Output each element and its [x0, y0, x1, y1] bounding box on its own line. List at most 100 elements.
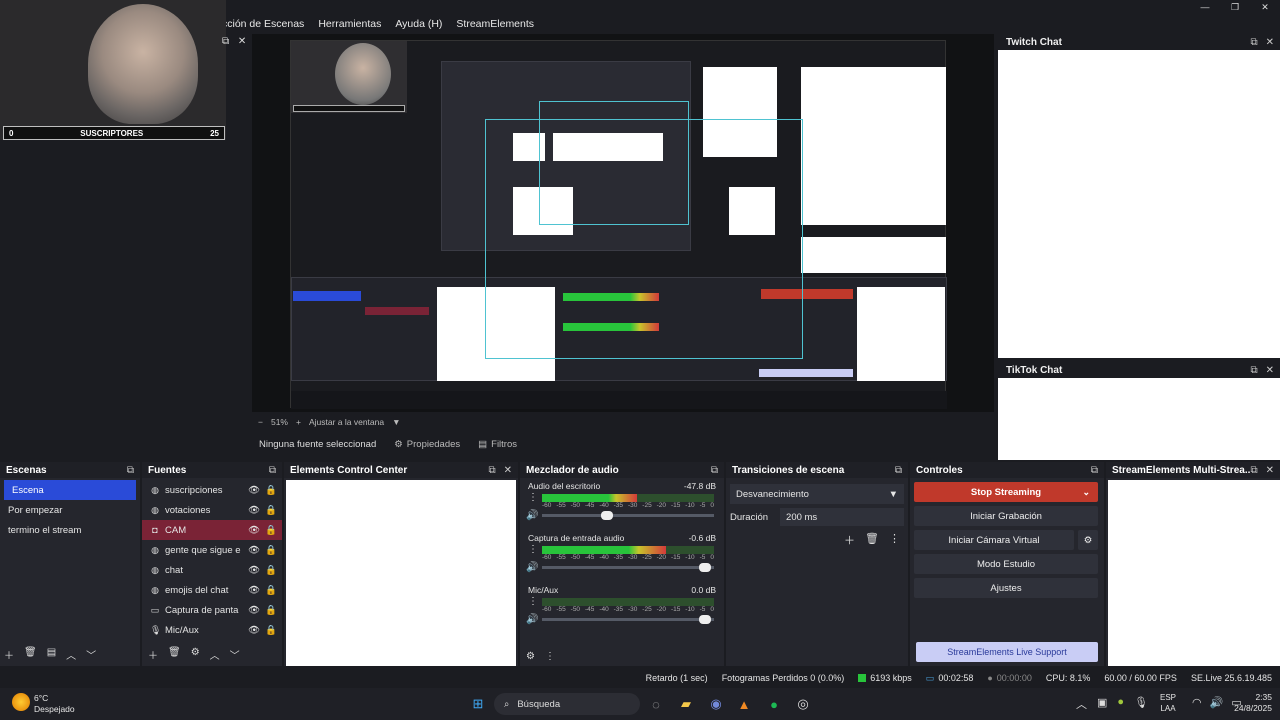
- gear-icon[interactable]: ⚙: [191, 647, 200, 662]
- chevron-down-icon[interactable]: ﹀: [230, 647, 240, 662]
- ecc-content[interactable]: [286, 480, 516, 666]
- volume-slider[interactable]: [542, 615, 714, 624]
- add-icon[interactable]: ＋: [148, 647, 158, 662]
- minimize-button[interactable]: —: [1190, 0, 1220, 14]
- wifi-icon[interactable]: ◠: [1192, 696, 1202, 709]
- taskbar-search[interactable]: ⌕ Búsqueda: [494, 693, 640, 715]
- volume-slider[interactable]: [542, 511, 714, 520]
- lock-icon[interactable]: 🔒: [265, 565, 277, 576]
- lock-icon[interactable]: 🔒: [265, 525, 277, 536]
- more-icon[interactable]: ⋮: [545, 651, 555, 662]
- eye-icon[interactable]: 👁: [248, 605, 260, 616]
- float-icon[interactable]: ⧉: [895, 465, 902, 476]
- source-item[interactable]: ◍ chat 👁 🔒: [142, 560, 282, 580]
- close-icon[interactable]: ✕: [1266, 37, 1274, 48]
- volume-slider[interactable]: [542, 563, 714, 572]
- close-icon[interactable]: ✕: [1266, 365, 1274, 376]
- chevron-down-icon[interactable]: ⌄: [1082, 487, 1090, 498]
- stop-streaming-button[interactable]: Stop Streaming ⌄: [914, 482, 1098, 502]
- copilot-icon[interactable]: ◌: [646, 694, 666, 714]
- app-orange-icon[interactable]: ▲: [734, 694, 754, 714]
- volume-icon[interactable]: 🔊: [1210, 696, 1224, 709]
- add-icon[interactable]: ＋: [4, 647, 14, 662]
- float-icon[interactable]: ⧉: [269, 465, 276, 476]
- windows-start-icon[interactable]: ⊞: [468, 694, 488, 714]
- tray-app-icon[interactable]: ▣: [1097, 696, 1107, 712]
- speaker-icon[interactable]: 🔊: [526, 614, 538, 625]
- transition-select[interactable]: Desvanecimiento ▼: [730, 484, 904, 504]
- start-recording-button[interactable]: Iniciar Grabación: [914, 506, 1098, 526]
- language-indicator[interactable]: ESP LAA: [1160, 692, 1176, 714]
- chevron-down-icon[interactable]: ﹀: [86, 647, 96, 662]
- close-icon[interactable]: ✕: [504, 465, 512, 476]
- lock-icon[interactable]: 🔒: [265, 545, 277, 556]
- studio-mode-button[interactable]: Modo Estudio: [914, 554, 1098, 574]
- live-support-button[interactable]: StreamElements Live Support: [916, 642, 1098, 662]
- multistream-content[interactable]: [1108, 480, 1280, 666]
- eye-icon[interactable]: 👁: [248, 485, 260, 496]
- gear-icon[interactable]: ⚙: [526, 651, 535, 662]
- tray-status-icon[interactable]: ●: [1117, 696, 1124, 712]
- zoom-in-button[interactable]: +: [296, 417, 301, 427]
- trash-icon[interactable]: 🗑: [24, 647, 37, 662]
- properties-button[interactable]: ⚙ Propiedades: [394, 439, 460, 450]
- volume-knob[interactable]: [699, 615, 712, 624]
- eye-icon[interactable]: 👁: [248, 505, 260, 516]
- float-icon[interactable]: ⧉: [1250, 465, 1257, 476]
- mic-icon[interactable]: 🎙: [1134, 696, 1148, 712]
- speaker-icon[interactable]: 🔊: [526, 510, 538, 521]
- float-icon[interactable]: ⧉: [1250, 37, 1257, 48]
- settings-button[interactable]: Ajustes: [914, 578, 1098, 598]
- float-icon[interactable]: ⧉: [1091, 465, 1098, 476]
- zoom-fit-select[interactable]: Ajustar a la ventana: [309, 417, 384, 427]
- more-icon[interactable]: ⋮: [528, 544, 538, 555]
- lock-icon[interactable]: 🔒: [265, 605, 277, 616]
- gear-icon[interactable]: ⚙: [1078, 530, 1098, 550]
- filters-button[interactable]: ▤ Filtros: [478, 439, 517, 450]
- eye-icon[interactable]: 👁: [248, 625, 260, 636]
- close-icon[interactable]: ✕: [238, 36, 246, 47]
- source-item[interactable]: ◘ CAM 👁 🔒: [142, 520, 282, 540]
- menu-streamelements[interactable]: StreamElements: [456, 18, 534, 30]
- volume-knob[interactable]: [601, 511, 614, 520]
- float-icon[interactable]: ⧉: [1250, 365, 1257, 376]
- source-item[interactable]: ◍ emojis del chat 👁 🔒: [142, 580, 282, 600]
- chevron-up-icon[interactable]: ︿: [66, 647, 76, 662]
- menu-tools[interactable]: Herramientas: [318, 18, 381, 30]
- trash-icon[interactable]: 🗑: [168, 647, 181, 662]
- eye-icon[interactable]: 👁: [248, 545, 260, 556]
- source-item[interactable]: ▭ Captura de panta 👁 🔒: [142, 600, 282, 620]
- battery-icon[interactable]: ▭: [1231, 696, 1241, 709]
- file-explorer-icon[interactable]: ▰: [676, 694, 696, 714]
- add-icon[interactable]: ＋: [844, 532, 855, 548]
- lock-icon[interactable]: 🔒: [265, 585, 277, 596]
- float-icon[interactable]: ⧉: [222, 36, 229, 47]
- filter-icon[interactable]: ▤: [47, 647, 56, 662]
- menu-scene-collection[interactable]: cción de Escenas: [222, 18, 304, 30]
- zoom-out-button[interactable]: −: [258, 417, 263, 427]
- virtual-camera-button[interactable]: Iniciar Cámara Virtual: [914, 530, 1074, 550]
- chevron-up-icon[interactable]: ︿: [1076, 696, 1087, 712]
- scene-item-termino[interactable]: termino el stream: [0, 520, 140, 540]
- lock-icon[interactable]: 🔒: [265, 505, 277, 516]
- lock-icon[interactable]: 🔒: [265, 625, 277, 636]
- more-icon[interactable]: ⋮: [528, 492, 538, 503]
- source-item[interactable]: 🎙 Mic/Aux 👁 🔒: [142, 620, 282, 640]
- maximize-button[interactable]: ❐: [1220, 0, 1250, 14]
- chevron-up-icon[interactable]: ︿: [210, 647, 220, 662]
- float-icon[interactable]: ⧉: [488, 465, 495, 476]
- trash-icon[interactable]: 🗑: [865, 532, 879, 548]
- eye-icon[interactable]: 👁: [248, 585, 260, 596]
- menu-help[interactable]: Ayuda (H): [395, 18, 442, 30]
- weather-icon[interactable]: [12, 693, 30, 711]
- twitch-chat-area[interactable]: [998, 50, 1280, 358]
- source-item[interactable]: ◍ gente que sigue e 👁 🔒: [142, 540, 282, 560]
- scene-item-por-empezar[interactable]: Por empezar: [0, 500, 140, 520]
- obs-icon[interactable]: ◎: [793, 694, 813, 714]
- eye-icon[interactable]: 👁: [248, 565, 260, 576]
- chevron-down-icon[interactable]: ▼: [392, 417, 400, 427]
- float-icon[interactable]: ⧉: [711, 465, 718, 476]
- duration-input[interactable]: 200 ms: [780, 508, 904, 526]
- discord-icon[interactable]: ◉: [706, 694, 726, 714]
- lock-icon[interactable]: 🔒: [265, 485, 277, 496]
